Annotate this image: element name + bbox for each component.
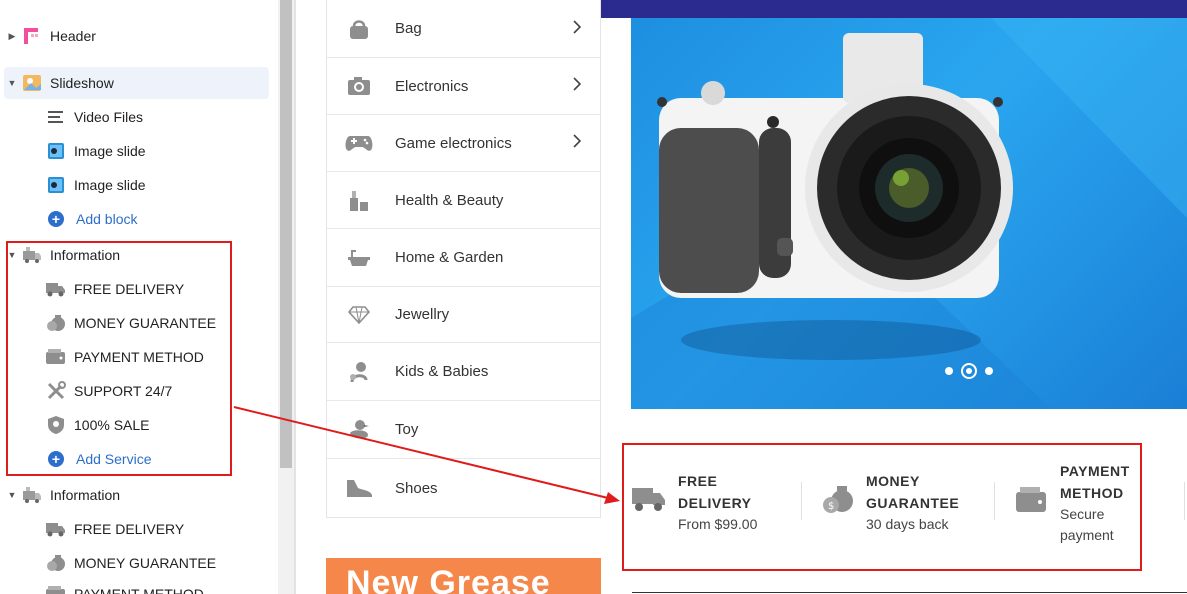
annotation-arrow-icon <box>233 406 620 504</box>
theme-editor: ▶ Header ▼ Slideshow Video Files Image s… <box>0 0 1187 594</box>
